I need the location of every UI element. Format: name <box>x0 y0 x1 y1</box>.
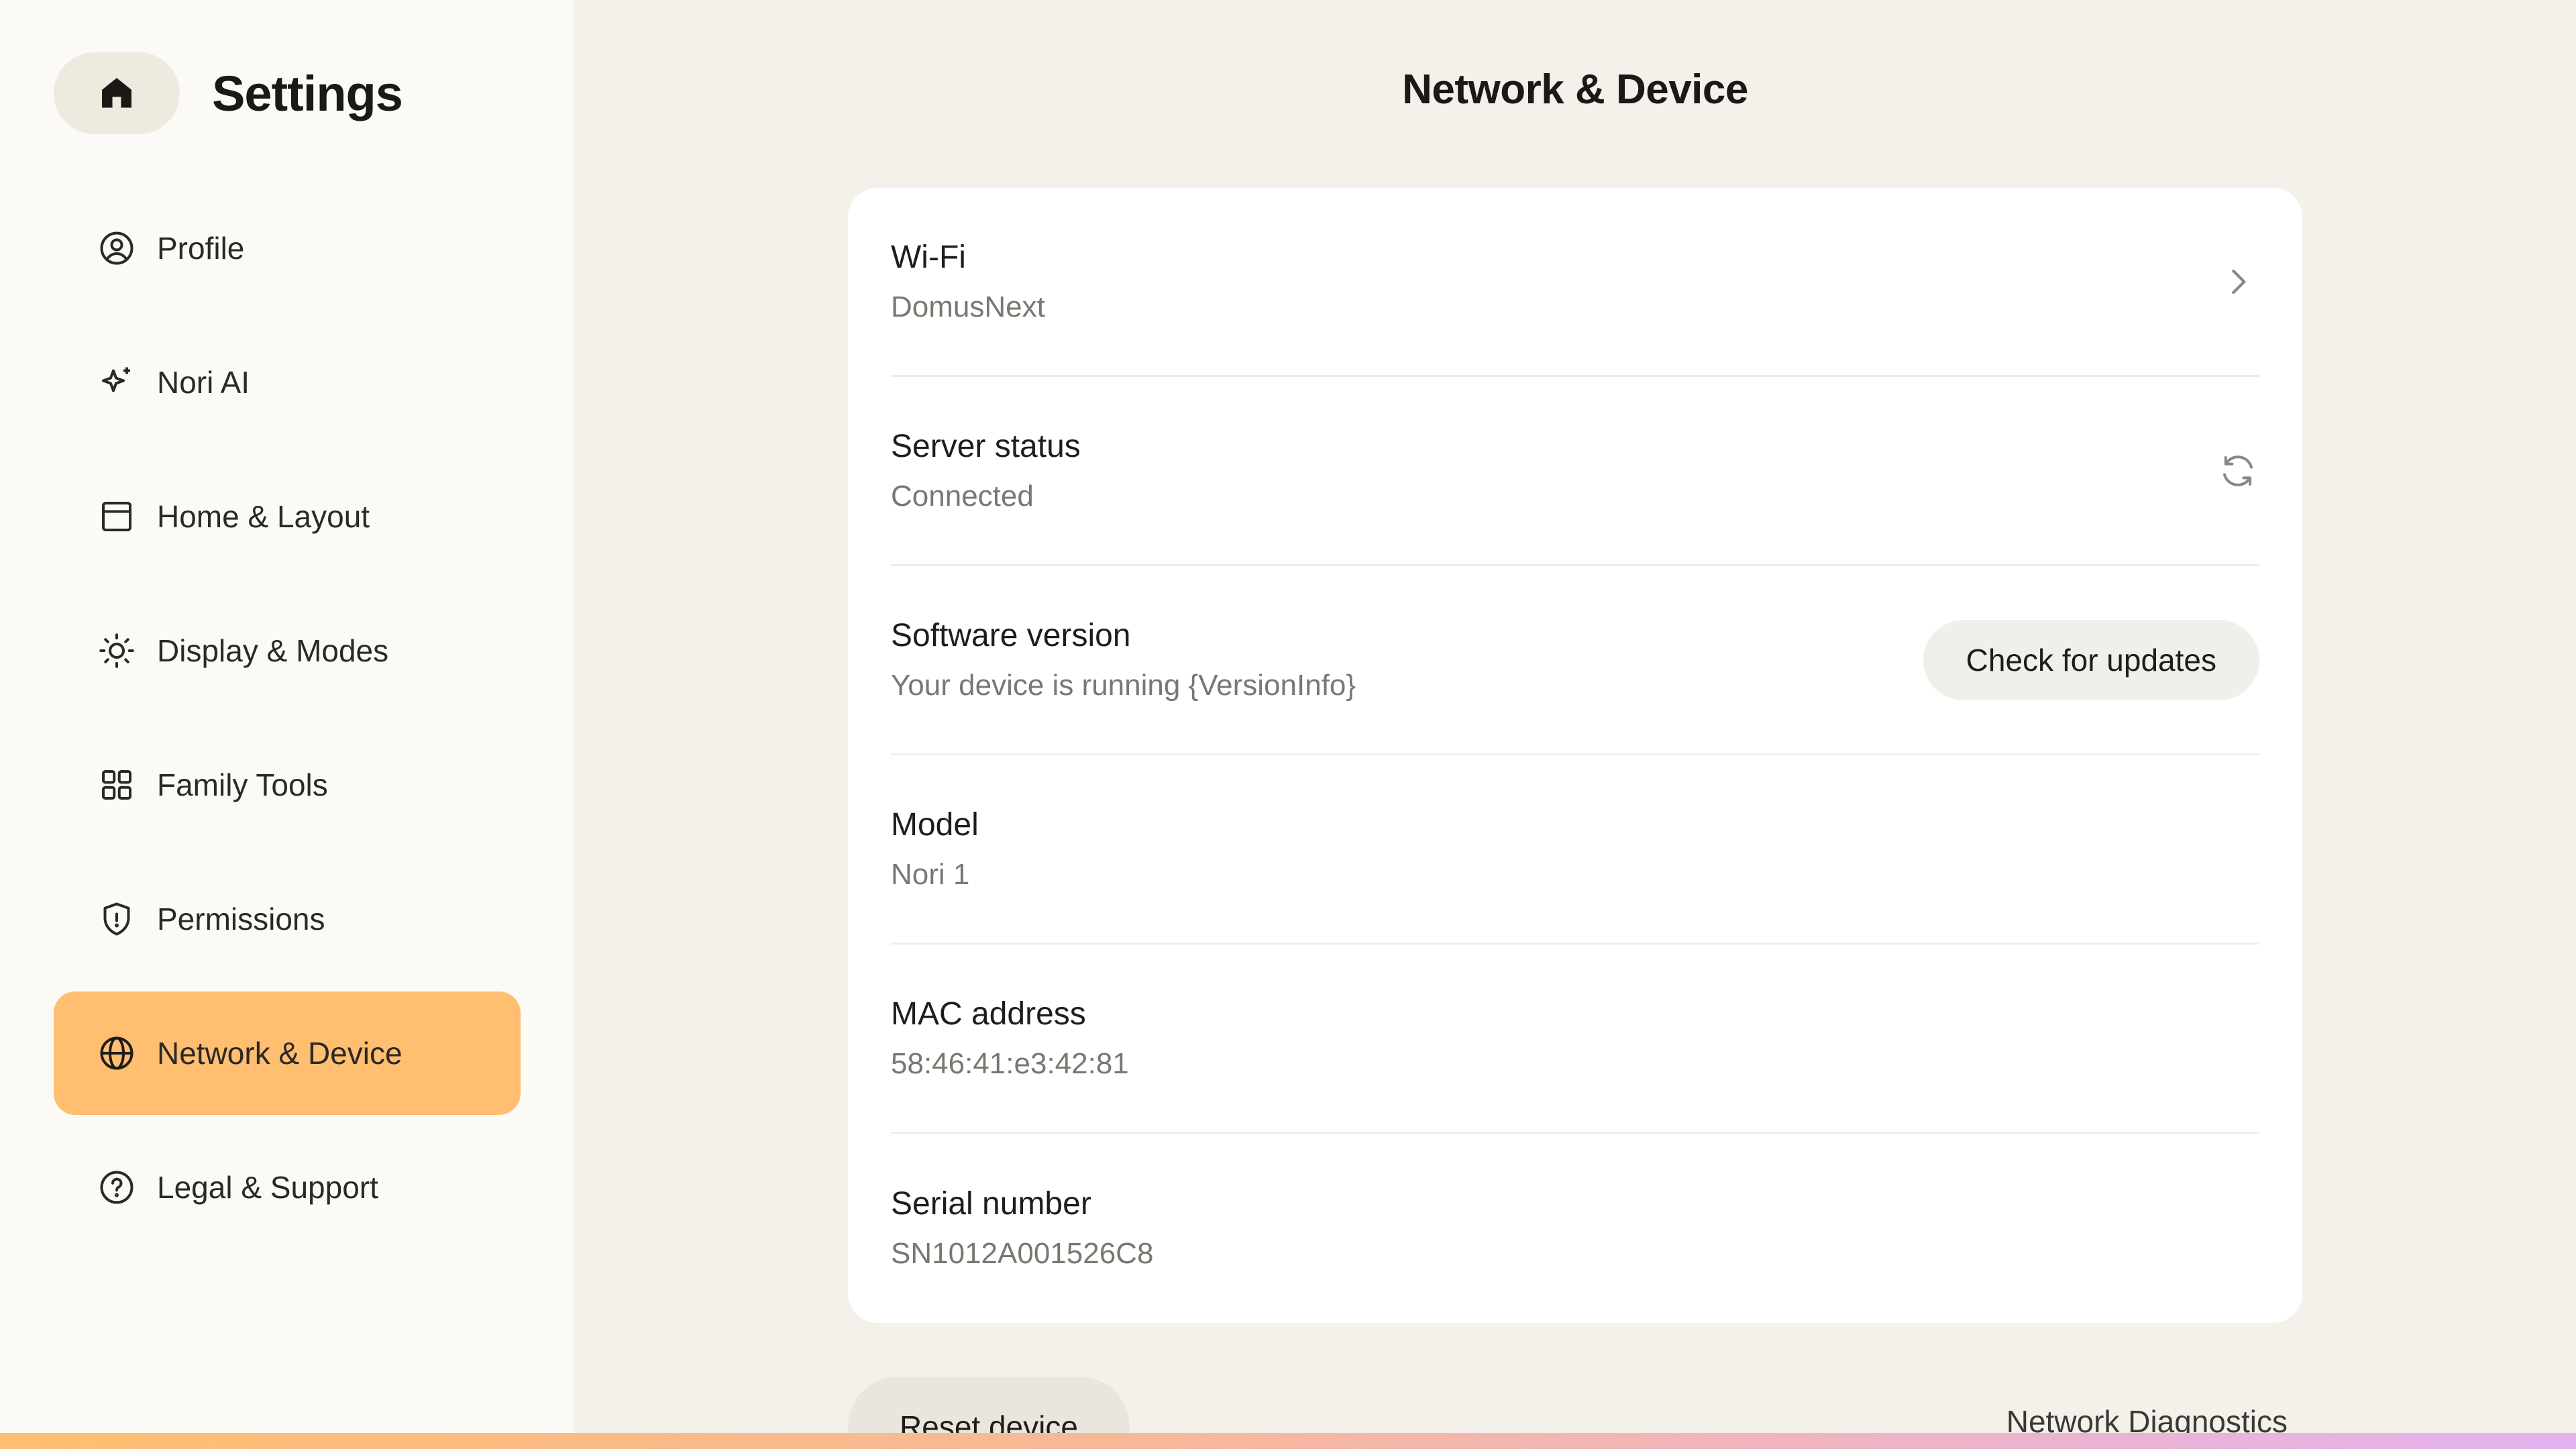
wifi-row[interactable]: Wi-Fi DomusNext <box>891 188 2259 377</box>
main-content: Network & Device Wi-Fi DomusNext Server … <box>574 0 2576 1449</box>
refresh-icon <box>2223 455 2253 486</box>
row-value: Your device is running {VersionInfo} <box>891 668 1356 702</box>
row-text: Model Nori 1 <box>891 805 979 894</box>
row-action[interactable] <box>2216 260 2259 303</box>
sidebar-item-home-layout[interactable]: Home & Layout <box>54 455 521 578</box>
row-value: 58:46:41:e3:42:81 <box>891 1046 1129 1080</box>
row-text: Software version Your device is running … <box>891 616 1356 704</box>
sidebar-item-family-tools[interactable]: Family Tools <box>54 723 521 847</box>
sidebar-item-label: Profile <box>157 231 245 266</box>
row-text: Wi-Fi DomusNext <box>891 237 1045 326</box>
model-row: Model Nori 1 <box>891 755 2259 945</box>
layout-icon <box>97 496 137 537</box>
row-title: Software version <box>891 617 1131 653</box>
sidebar-item-nori-ai[interactable]: Nori AI <box>54 321 521 444</box>
sidebar-item-label: Permissions <box>157 902 325 936</box>
user-circle-icon <box>97 228 137 268</box>
check-updates-button[interactable]: Check for updates <box>1923 619 2259 700</box>
row-title: Server status <box>891 428 1081 464</box>
row-text: Serial number SN1012A001526C8 <box>891 1184 1153 1273</box>
sidebar-title: Settings <box>212 65 403 121</box>
sparkle-icon <box>97 362 137 402</box>
row-title: Model <box>891 806 979 843</box>
home-button[interactable] <box>54 52 180 134</box>
refresh-button[interactable] <box>2216 449 2259 492</box>
row-value: Connected <box>891 479 1034 513</box>
sidebar-header: Settings <box>54 52 403 134</box>
settings-app: Settings Profile Nori AI Home & Layout D… <box>0 0 2576 1449</box>
row-title: Serial number <box>891 1186 1091 1222</box>
serial-number-row: Serial number SN1012A001526C8 <box>891 1134 2259 1323</box>
help-circle-icon <box>97 1167 137 1208</box>
grid-icon <box>97 765 137 805</box>
row-title: Wi-Fi <box>891 239 966 275</box>
sun-icon <box>97 631 137 671</box>
sidebar-item-network-device[interactable]: Network & Device <box>54 991 521 1115</box>
globe-icon <box>97 1033 137 1073</box>
server-status-row: Server status Connected <box>891 377 2259 566</box>
row-text: MAC address 58:46:41:e3:42:81 <box>891 994 1129 1083</box>
sidebar-item-label: Display & Modes <box>157 633 389 668</box>
sidebar-item-label: Home & Layout <box>157 499 370 534</box>
chevron-right-icon <box>2232 269 2246 294</box>
bottom-gradient-bar <box>0 1433 2576 1449</box>
home-icon <box>102 78 131 108</box>
device-info-card: Wi-Fi DomusNext Server status Connected <box>848 188 2302 1323</box>
row-value: DomusNext <box>891 290 1045 323</box>
shield-icon <box>97 899 137 939</box>
sidebar-item-label: Legal & Support <box>157 1170 378 1205</box>
row-action: Check for updates <box>1923 619 2259 700</box>
sidebar-item-profile[interactable]: Profile <box>54 186 521 310</box>
sidebar-nav: Profile Nori AI Home & Layout Display & … <box>54 186 521 1260</box>
row-title: MAC address <box>891 996 1086 1032</box>
sidebar-item-label: Network & Device <box>157 1036 402 1071</box>
page-title: Network & Device <box>1402 66 1748 113</box>
sidebar-item-legal-support[interactable]: Legal & Support <box>54 1126 521 1249</box>
row-value: Nori 1 <box>891 857 970 891</box>
sidebar: Settings Profile Nori AI Home & Layout D… <box>0 0 574 1449</box>
row-value: SN1012A001526C8 <box>891 1237 1154 1270</box>
row-text: Server status Connected <box>891 427 1081 515</box>
mac-address-row: MAC address 58:46:41:e3:42:81 <box>891 945 2259 1134</box>
sidebar-item-label: Family Tools <box>157 767 328 802</box>
sidebar-item-label: Nori AI <box>157 365 250 400</box>
software-version-row: Software version Your device is running … <box>891 566 2259 755</box>
sidebar-item-display-modes[interactable]: Display & Modes <box>54 589 521 712</box>
sidebar-item-permissions[interactable]: Permissions <box>54 857 521 981</box>
